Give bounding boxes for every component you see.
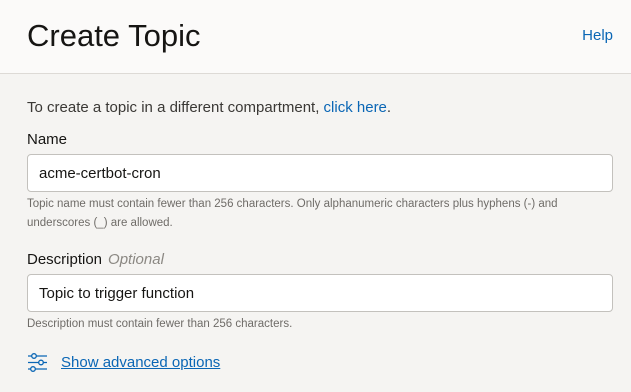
intro-end: . — [386, 99, 392, 116]
description-input[interactable] — [27, 274, 613, 312]
page-header: Create Topic Help — [0, 0, 631, 74]
name-hint: Topic name must contain fewer than 256 c… — [27, 198, 558, 229]
description-label: Description — [27, 251, 103, 268]
name-label: Name — [27, 131, 68, 148]
description-label-row: Description Optional — [27, 250, 164, 270]
page-title: Create Topic — [27, 18, 201, 53]
compartment-intro: To create a topic in a different compart… — [27, 98, 391, 118]
click-here-link[interactable]: click here — [324, 99, 387, 116]
show-advanced-options-link[interactable]: Show advanced options — [27, 350, 220, 374]
description-hint: Description must contain fewer than 256 … — [27, 318, 293, 330]
sliders-icon — [27, 352, 48, 373]
show-advanced-options-label: Show advanced options — [61, 353, 221, 371]
optional-label: Optional — [108, 251, 164, 268]
intro-text: To create a topic in a different compart… — [27, 99, 324, 116]
help-link[interactable]: Help — [582, 26, 613, 46]
name-input[interactable] — [27, 154, 613, 192]
